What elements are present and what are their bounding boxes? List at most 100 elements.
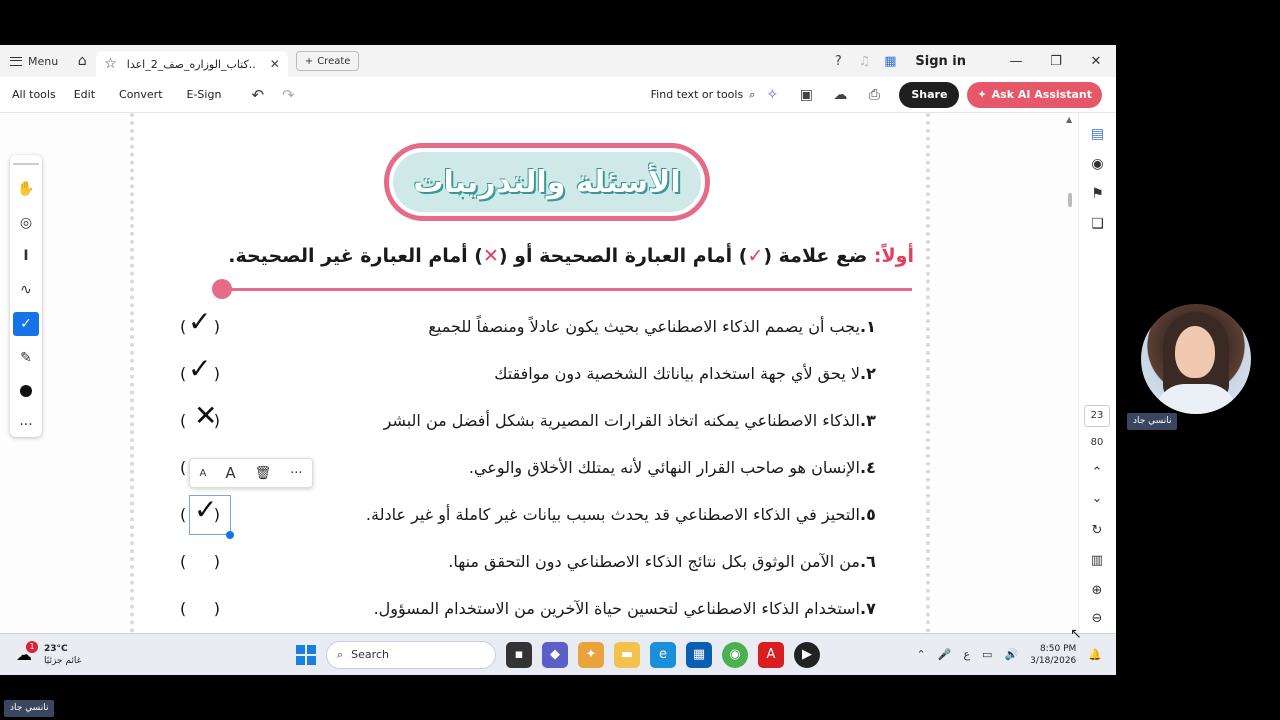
heading-text-2: ) أمام العبارة الصحيحة أو ( xyxy=(498,245,748,267)
create-label: Create xyxy=(317,55,351,67)
ask-ai-button[interactable]: ✦ Ask AI Assistant xyxy=(967,81,1102,108)
teams-icon[interactable]: ◆ xyxy=(542,641,568,668)
create-button[interactable]: + Create xyxy=(295,51,360,71)
redo-icon[interactable]: ↷ xyxy=(282,86,295,104)
close-tab-icon[interactable]: ✕ xyxy=(270,57,280,71)
find-tools[interactable]: Find text or tools ⌕ xyxy=(651,88,756,102)
heading-dot xyxy=(212,279,232,299)
comments-icon[interactable]: ◉ xyxy=(1084,149,1112,179)
pages-icon[interactable]: ❏ xyxy=(1084,209,1112,239)
star-icon[interactable]: ☆ xyxy=(104,56,117,72)
cross-symbol: ✕ xyxy=(482,245,499,267)
bookmarks-icon[interactable]: ⚑ xyxy=(1084,179,1112,209)
weather-icon: ☁ 1 xyxy=(16,640,38,665)
document-tab[interactable]: ☆ كتاب_الوزاره_صف_2_اعدا.. ✕ xyxy=(96,51,288,77)
more-options-icon[interactable]: ··· xyxy=(290,466,302,481)
apps-grid-icon[interactable]: ▦ xyxy=(877,54,903,69)
checkmark-tool-icon[interactable]: ✓ xyxy=(13,312,39,336)
start-button-icon[interactable] xyxy=(296,644,316,665)
bracket-close: ) xyxy=(213,598,220,618)
section-heading: أولاً: ضع علامة (✓) أمام العبارة الصحيحة… xyxy=(154,245,914,267)
question-text: الإنسان هو صاحب القرار النهائي لأنه يمتل… xyxy=(468,457,860,477)
all-tools-link[interactable]: All tools xyxy=(12,88,56,101)
network-icon[interactable]: ▭ xyxy=(982,648,992,661)
volume-icon[interactable]: 🔊 xyxy=(1004,648,1018,661)
zoom-out-icon[interactable]: ⊖ xyxy=(1086,611,1108,626)
esign-link[interactable]: E-Sign xyxy=(187,88,222,101)
scroll-thumb[interactable] xyxy=(1068,193,1072,207)
check-mark-annotation[interactable]: ✓ xyxy=(188,305,211,338)
task-view-icon[interactable]: ▪ xyxy=(506,641,532,668)
rotate-icon[interactable]: ↻ xyxy=(1086,523,1108,538)
comment-tool-icon[interactable]: ◎ xyxy=(13,211,39,235)
banner-title: الأسئلة والتدريبات xyxy=(393,152,701,212)
scroll-up-icon[interactable]: ▲ xyxy=(1066,115,1072,124)
question-text: استخدام الذكاء الاصطناعي لتحسين حياة الآ… xyxy=(373,598,860,618)
zoom-in-icon[interactable]: ⊕ xyxy=(1086,583,1108,598)
cross-mark-annotation[interactable]: ✕ xyxy=(194,399,217,432)
question-row: ٧. استخدام الذكاء الاصطناعي لتحسين حياة … xyxy=(174,593,894,623)
bell-icon[interactable]: ♫ xyxy=(851,54,877,69)
clock[interactable]: 8:50 PM 3/18/2026 xyxy=(1030,643,1076,667)
store-icon[interactable]: ▦ xyxy=(686,641,712,668)
question-row: ٦. من الآمن الوثوق بكل نتائج الذكاء الاص… xyxy=(174,546,894,576)
color-picker[interactable] xyxy=(13,380,39,404)
taskbar-search[interactable]: ⌕ Search xyxy=(326,640,496,669)
total-pages: 80 xyxy=(1090,437,1104,448)
vertical-scrollbar[interactable]: ▲ xyxy=(1064,113,1076,633)
text-tool-icon[interactable]: I xyxy=(13,245,39,269)
notifications-icon[interactable]: 🔔 xyxy=(1088,648,1102,661)
microphone-icon[interactable]: 🎤 xyxy=(938,648,952,661)
edit-link[interactable]: Edit xyxy=(74,88,95,101)
check-mark-annotation[interactable]: ✓ xyxy=(194,493,217,526)
convert-link[interactable]: Convert xyxy=(119,88,163,101)
file-explorer-icon[interactable]: ▬ xyxy=(614,641,640,668)
ime-indicator[interactable]: ع xyxy=(963,648,970,661)
menu-button[interactable]: Menu xyxy=(0,45,68,77)
previous-page-icon[interactable]: ⌃ xyxy=(1086,465,1108,480)
minimize-icon[interactable]: — xyxy=(996,54,1036,69)
undo-icon[interactable]: ↶ xyxy=(251,86,264,104)
edge-icon[interactable]: e xyxy=(650,641,676,668)
sign-in-button[interactable]: Sign in xyxy=(915,54,966,69)
current-page-input[interactable]: 23 xyxy=(1084,405,1110,427)
weather-widget[interactable]: ☁ 1 23°C غائم جزئيًا xyxy=(16,640,296,667)
print-icon[interactable]: ⎙ xyxy=(857,87,891,103)
weather-badge: 1 xyxy=(26,640,38,653)
next-page-icon[interactable]: ⌄ xyxy=(1086,491,1108,506)
restore-icon[interactable]: ❐ xyxy=(1036,54,1076,69)
bracket-open: ( xyxy=(180,316,187,336)
media-player-icon[interactable]: ▶ xyxy=(794,641,820,668)
increase-size-button[interactable]: A xyxy=(225,464,235,482)
upload-icon[interactable]: ☁ xyxy=(823,87,857,103)
draw-tool-icon[interactable]: ∿ xyxy=(13,278,39,302)
pdf-page: الأسئلة والتدريبات أولاً: ضع علامة (✓) أ… xyxy=(130,113,930,633)
bracket-open: ( xyxy=(180,551,187,571)
check-mark-annotation[interactable]: ✓ xyxy=(188,352,211,385)
decrease-size-button[interactable]: A xyxy=(199,468,206,479)
highlighter-icon[interactable]: ✎ xyxy=(13,346,39,370)
page-fit-icon[interactable]: ▥ xyxy=(1086,553,1108,568)
hand-tool-icon[interactable]: ✋ xyxy=(13,177,39,201)
ai-tools-icon[interactable]: ✧ xyxy=(755,87,789,103)
resize-handle[interactable] xyxy=(226,531,234,539)
menu-label: Menu xyxy=(28,54,59,68)
toolbar-grip[interactable] xyxy=(13,163,39,165)
system-tray: ⌃ 🎤 ع ▭ 🔊 8:50 PM 3/18/2026 🔔 xyxy=(917,643,1102,667)
acrobat-icon[interactable]: A xyxy=(758,641,784,668)
bracket-close: ) xyxy=(213,551,220,571)
copilot-icon[interactable]: ✦ xyxy=(578,641,604,668)
close-window-icon[interactable]: ✕ xyxy=(1076,54,1116,69)
chrome-icon[interactable]: ◉ xyxy=(722,641,748,668)
more-tools-icon[interactable]: ··· xyxy=(13,413,39,437)
annotation-context-menu: A A 🗑 ··· xyxy=(189,458,313,488)
show-hidden-icon[interactable]: ⌃ xyxy=(917,648,926,661)
ai-summary-icon[interactable]: ▤ xyxy=(1084,119,1112,149)
help-icon[interactable]: ? xyxy=(825,54,851,69)
share-button[interactable]: Share xyxy=(899,81,960,108)
home-icon[interactable]: ⌂ xyxy=(68,47,96,75)
bracket-open: ( xyxy=(180,410,187,430)
answer-bracket: () xyxy=(180,593,220,623)
trash-icon[interactable]: 🗑 xyxy=(255,466,272,481)
save-icon[interactable]: ▣ xyxy=(789,87,823,103)
